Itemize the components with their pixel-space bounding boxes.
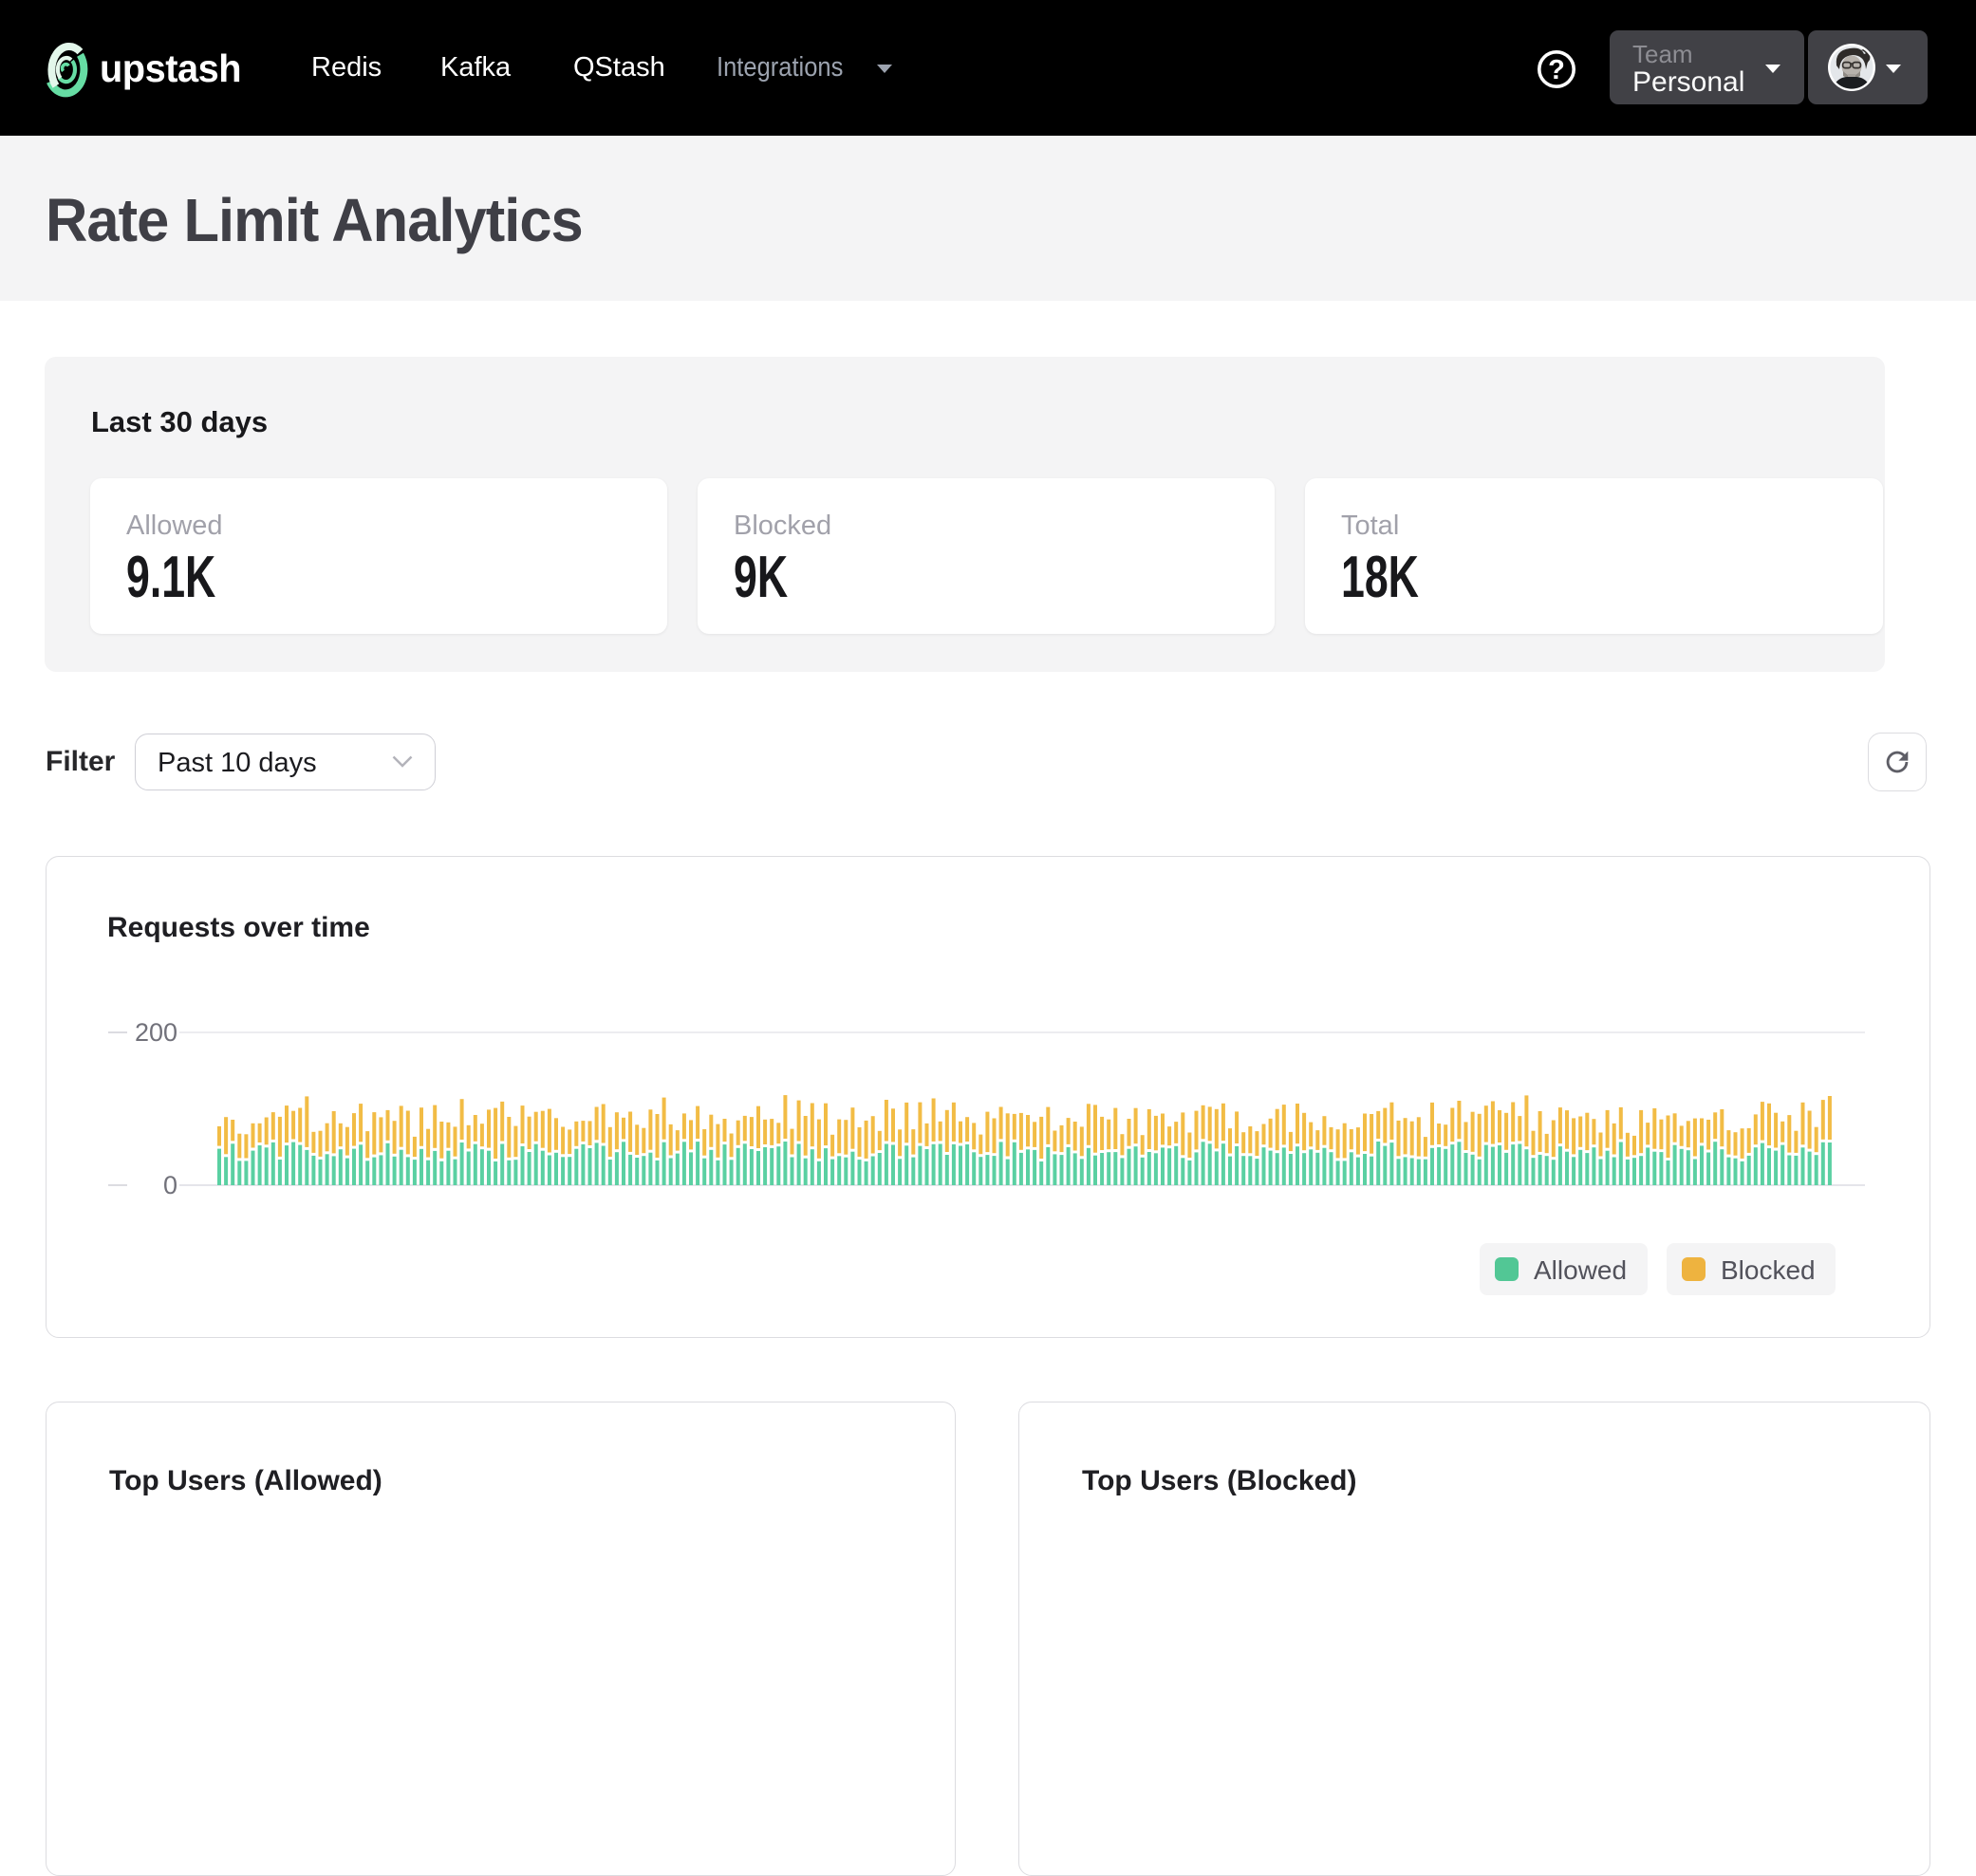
svg-text:?: ? <box>1548 55 1565 85</box>
